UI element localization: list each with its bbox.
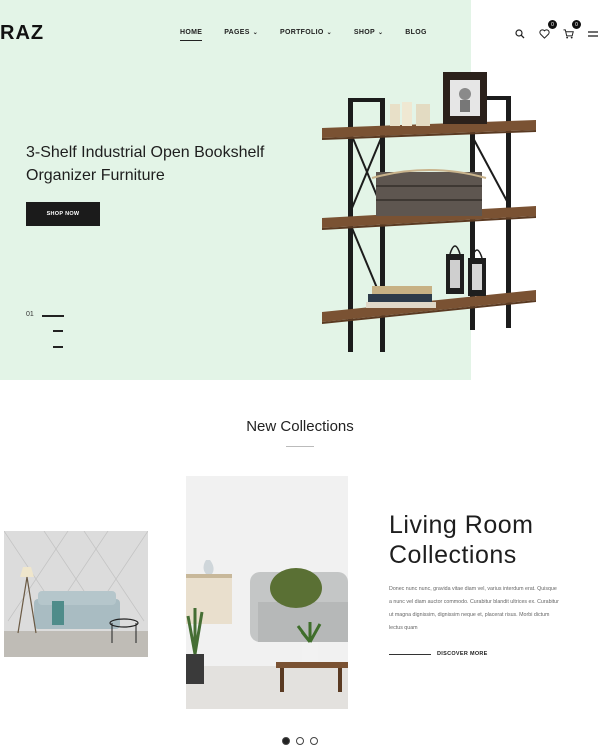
carousel-dot-3[interactable] [310, 737, 318, 745]
nav-shop[interactable]: SHOP ⌄ [354, 29, 383, 36]
section-title: New Collections [246, 418, 354, 435]
section-divider [286, 446, 314, 447]
nav-home[interactable]: HOME [180, 29, 203, 41]
carousel-dots [282, 737, 318, 745]
nav-home-label: HOME [180, 29, 203, 36]
menu-icon[interactable] [584, 26, 600, 42]
hero-title: 3-Shelf Industrial Open Bookshelf Organi… [26, 144, 265, 184]
nav-blog[interactable]: BLOG [405, 29, 426, 36]
nav-portfolio[interactable]: PORTFOLIO ⌄ [280, 29, 332, 36]
search-icon[interactable] [512, 26, 528, 42]
discover-more-link[interactable]: DISCOVER MORE [389, 651, 488, 657]
nav-portfolio-label: PORTFOLIO [280, 29, 324, 36]
shop-now-button[interactable]: SHOP NOW [26, 202, 100, 226]
chevron-down-icon: ⌄ [252, 30, 259, 36]
collection-title: Living Room Collections [389, 511, 534, 569]
slide-line-1[interactable] [42, 315, 64, 317]
chevron-down-icon: ⌄ [326, 30, 332, 36]
discover-line [389, 653, 431, 655]
site-logo[interactable]: RAZ [0, 22, 44, 45]
main-nav: HOME PAGES ⌄ PORTFOLIO ⌄ SHOP ⌄ BLOG [180, 29, 449, 41]
chevron-down-icon: ⌄ [377, 30, 384, 36]
cart-icon[interactable]: 0 [560, 20, 581, 42]
discover-more-label: DISCOVER MORE [437, 651, 488, 657]
wishlist-count-badge: 0 [548, 20, 557, 29]
carousel-dot-1[interactable] [282, 737, 290, 745]
bookshelf-image [322, 72, 536, 352]
nav-pages-label: PAGES [224, 29, 250, 36]
collection-description: Donec nunc nunc, gravida vitae diam vel,… [389, 586, 559, 631]
cart-count-badge: 0 [572, 20, 581, 29]
slide-number: 01 [26, 311, 34, 318]
header-actions: 0 0 [504, 20, 600, 42]
slide-line-3[interactable] [53, 346, 63, 348]
carousel-dot-2[interactable] [296, 737, 304, 745]
nav-pages[interactable]: PAGES ⌄ [224, 29, 258, 36]
heart-icon[interactable]: 0 [536, 20, 557, 42]
slide-line-2[interactable] [53, 330, 63, 332]
living-room-sofa-image[interactable] [186, 476, 348, 709]
nav-blog-label: BLOG [405, 29, 427, 36]
nav-shop-label: SHOP [353, 29, 375, 36]
living-room-image[interactable] [4, 531, 148, 657]
